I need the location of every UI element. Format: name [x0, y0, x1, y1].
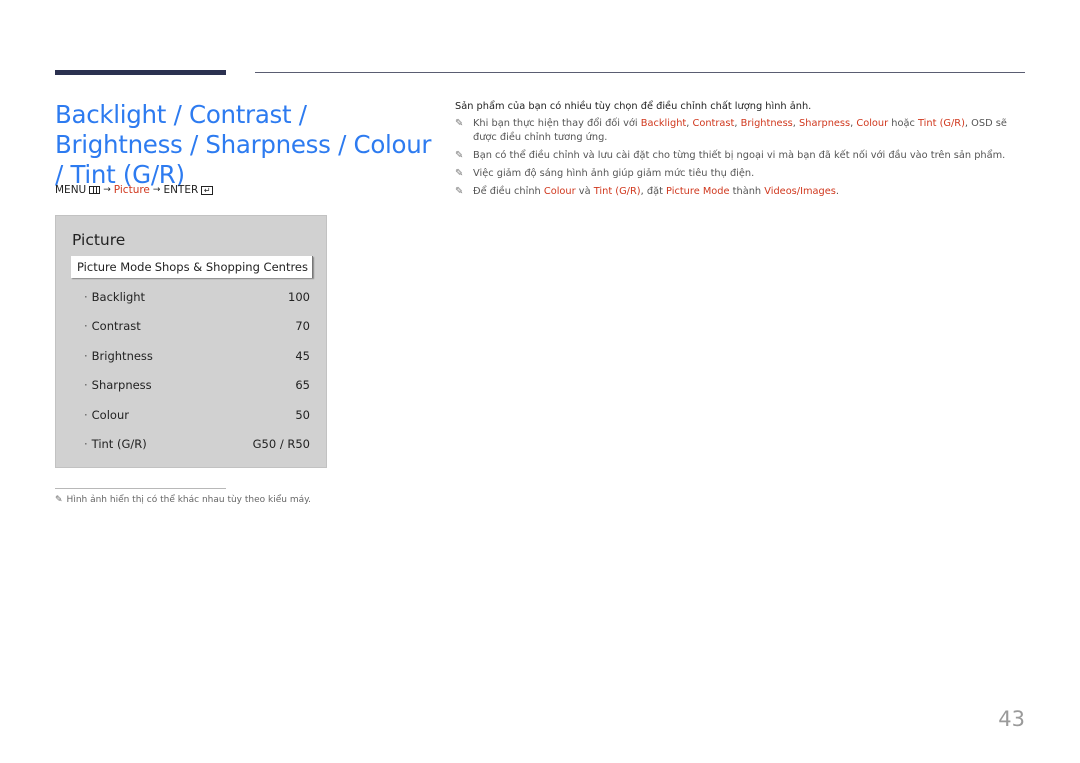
osd-row-contrast: Contrast 70	[84, 319, 310, 333]
note-item: ✎ Để điều chỉnh Colour và Tint (G/R), đặ…	[455, 185, 1030, 199]
osd-row-colour: Colour 50	[84, 408, 310, 422]
arrow-icon: →	[103, 185, 111, 195]
osd-row-value: 70	[295, 319, 310, 333]
page-title: Backlight / Contrast / Brightness / Shar…	[55, 100, 432, 189]
note-item: ✎ Bạn có thể điều chỉnh và lưu cài đặt c…	[455, 149, 1030, 163]
osd-row-label: Contrast	[84, 319, 141, 333]
note-item: ✎ Khi bạn thực hiện thay đổi đối với Bac…	[455, 117, 1030, 145]
note-text: Khi bạn thực hiện thay đổi đối với Backl…	[473, 118, 1007, 143]
osd-mode-value: Shops & Shopping Centres	[154, 260, 308, 274]
menu-path: MENU → Picture → ENTER ↵	[55, 184, 214, 196]
osd-row-value: 45	[295, 349, 310, 363]
pencil-icon: ✎	[455, 150, 464, 161]
note-text: Bạn có thể điều chỉnh và lưu cài đặt cho…	[473, 150, 1006, 161]
menu-label: MENU	[55, 184, 87, 196]
osd-row-brightness: Brightness 45	[84, 349, 310, 363]
notes-section: Sản phẩm của bạn có nhiều tùy chọn để đi…	[455, 101, 1030, 203]
osd-row-value: 50	[295, 408, 310, 422]
osd-row-backlight: Backlight 100	[84, 290, 310, 304]
page-number: 43	[998, 707, 1025, 731]
header-rule-thick	[55, 70, 226, 75]
note-item: ✎ Việc giảm độ sáng hình ảnh giúp giảm m…	[455, 167, 1030, 181]
menu-picture-link: Picture	[113, 184, 150, 196]
osd-row-label: Tint (G/R)	[84, 437, 147, 451]
osd-row-label: Colour	[84, 408, 129, 422]
osd-row-value: G50 / R50	[252, 437, 310, 451]
osd-row-label: Backlight	[84, 290, 145, 304]
enter-icon: ↵	[201, 185, 214, 195]
arrow-icon: →	[152, 185, 161, 195]
menu-icon	[89, 186, 101, 194]
osd-row-tint: Tint (G/R) G50 / R50	[84, 437, 310, 451]
osd-row-label: Sharpness	[84, 378, 152, 392]
footnote: ✎ Hình ảnh hiển thị có thể khác nhau tùy…	[55, 495, 311, 505]
osd-row-value: 100	[288, 290, 310, 304]
pencil-icon: ✎	[55, 495, 63, 505]
header-rule-thin	[255, 72, 1025, 73]
note-text: Việc giảm độ sáng hình ảnh giúp giảm mức…	[473, 168, 755, 179]
osd-title: Picture	[72, 231, 126, 249]
osd-picture-mode: Picture Mode Shops & Shopping Centres	[71, 256, 313, 278]
pencil-icon: ✎	[455, 118, 464, 129]
osd-row-label: Brightness	[84, 349, 153, 363]
picture-osd-screenshot: Picture Picture Mode Shops & Shopping Ce…	[55, 215, 327, 468]
osd-row-value: 65	[295, 378, 310, 392]
pencil-icon: ✎	[455, 186, 464, 197]
osd-row-sharpness: Sharpness 65	[84, 378, 310, 392]
notes-intro: Sản phẩm của bạn có nhiều tùy chọn để đi…	[455, 101, 812, 112]
note-text: Để điều chỉnh Colour và Tint (G/R), đặt …	[473, 186, 839, 197]
pencil-icon: ✎	[455, 168, 464, 179]
osd-mode-label: Picture Mode	[77, 260, 152, 274]
footnote-divider	[55, 488, 226, 489]
enter-label: ENTER	[163, 184, 199, 196]
footnote-text: Hình ảnh hiển thị có thể khác nhau tùy t…	[66, 495, 312, 505]
